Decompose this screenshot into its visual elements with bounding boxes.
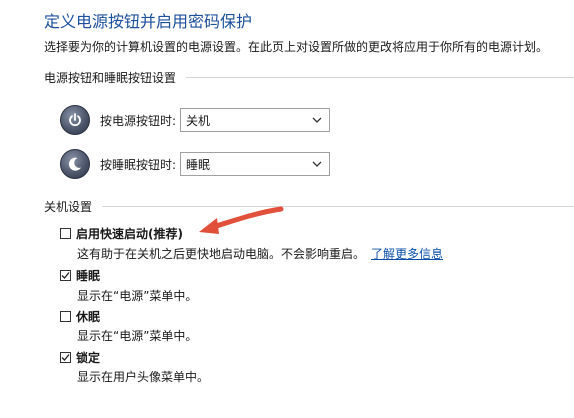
lock-option[interactable]: 锁定 (60, 349, 100, 366)
shutdown-section-header: 关机设置 (44, 198, 574, 214)
sleep-button-label: 按睡眠按钮时: (100, 157, 177, 172)
fast-startup-label: 启用快速启动(推荐) (76, 227, 183, 241)
fast-startup-desc: 这有助于在关机之后更快地启动电脑。不会影响重启。 (77, 247, 366, 261)
page-description: 选择要为你的计算机设置的电源设置。在此页上对设置所做的更改将应用于你所有的电源计… (44, 40, 549, 54)
sleep-checkbox[interactable] (60, 270, 71, 281)
sleep-desc: 显示在“电源”菜单中。 (77, 289, 198, 303)
hibernate-label: 休眠 (76, 310, 101, 324)
fast-startup-desc-row: 这有助于在关机之后更快地启动电脑。不会影响重启。 了解更多信息 (77, 245, 443, 262)
hibernate-desc: 显示在“电源”菜单中。 (77, 329, 198, 343)
page-title: 定义电源按钮并启用密码保护 (44, 12, 253, 31)
lock-checkbox[interactable] (60, 352, 71, 363)
learn-more-link[interactable]: 了解更多信息 (371, 247, 443, 261)
power-button-select[interactable]: 关机 (180, 108, 330, 132)
divider (102, 205, 574, 207)
power-button-row: 按电源按钮时: 关机 (60, 105, 330, 135)
checkmark-icon (61, 272, 70, 279)
divider (186, 76, 574, 78)
power-button-label: 按电源按钮时: (100, 113, 177, 128)
sleep-moon-icon (60, 149, 90, 179)
sleep-button-select[interactable]: 睡眠 (180, 152, 330, 176)
shutdown-section-title: 关机设置 (44, 199, 93, 214)
hibernate-checkbox[interactable] (60, 311, 71, 322)
fast-startup-option[interactable]: 启用快速启动(推荐) (60, 225, 183, 242)
lock-label: 锁定 (76, 351, 101, 365)
power-button-value: 关机 (186, 113, 211, 128)
lock-desc: 显示在用户头像菜单中。 (77, 370, 210, 384)
power-section-title: 电源按钮和睡眠按钮设置 (44, 70, 177, 85)
fast-startup-checkbox[interactable] (60, 228, 71, 239)
sleep-label: 睡眠 (76, 269, 101, 283)
sleep-option[interactable]: 睡眠 (60, 267, 100, 284)
annotation-arrow-icon (199, 206, 284, 234)
sleep-button-value: 睡眠 (186, 157, 211, 172)
chevron-down-icon (312, 117, 322, 123)
power-section-header: 电源按钮和睡眠按钮设置 (44, 69, 574, 85)
sleep-button-row: 按睡眠按钮时: 睡眠 (60, 149, 330, 179)
checkmark-icon (61, 354, 70, 361)
power-icon (60, 105, 90, 135)
hibernate-option[interactable]: 休眠 (60, 308, 100, 325)
chevron-down-icon (312, 161, 322, 167)
